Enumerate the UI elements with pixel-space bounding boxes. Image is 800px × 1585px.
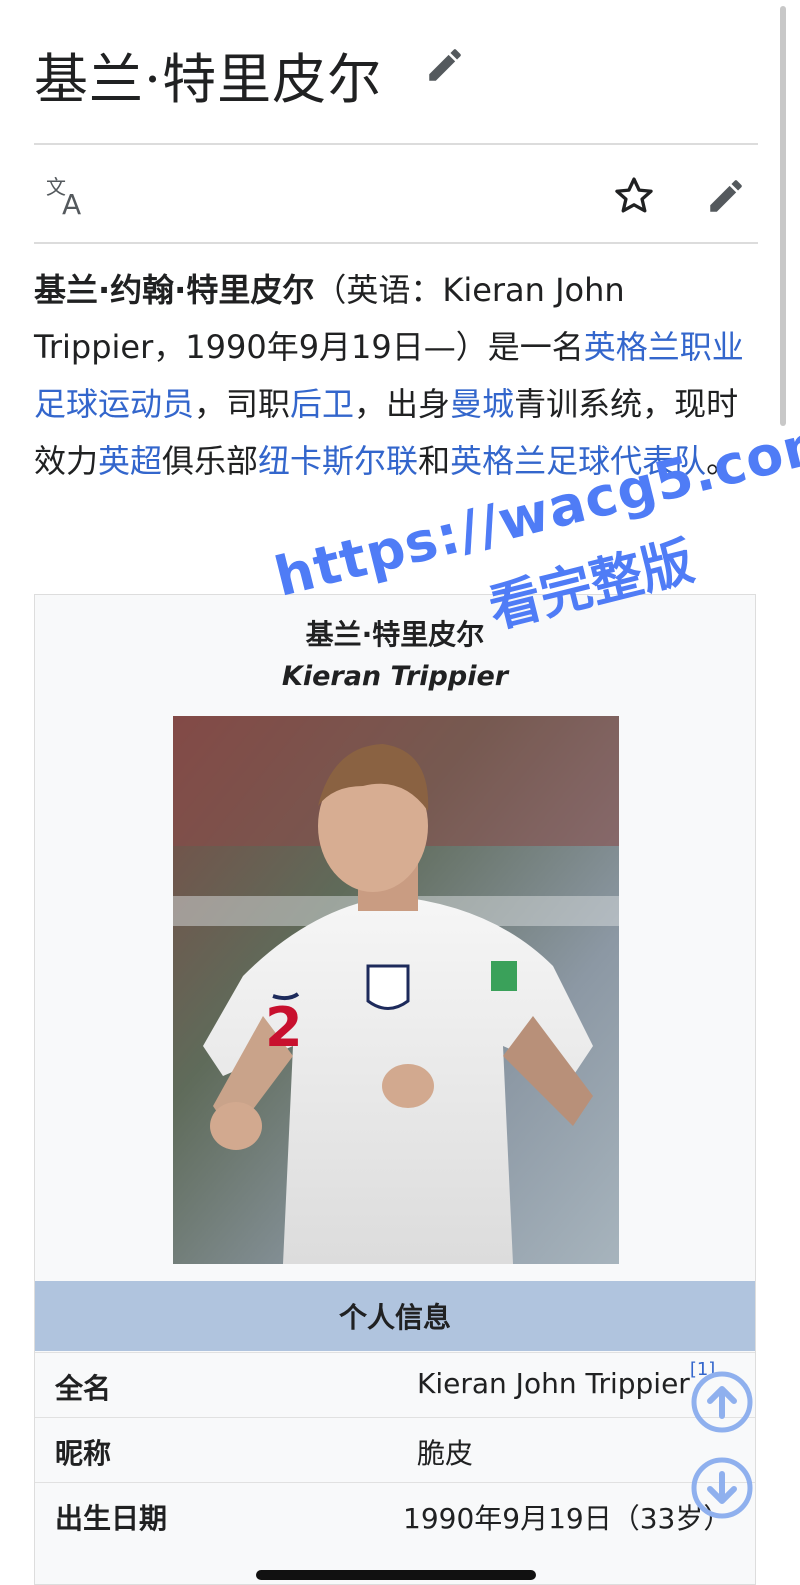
- intro-text: 。: [706, 442, 739, 480]
- infobox-label: 昵称: [55, 1437, 112, 1470]
- infobox-row: 出生日期 1990年9月19日（33岁）: [35, 1482, 755, 1547]
- infobox: 基兰·特里皮尔 Kieran Trippier 2 个人信息 全名 Kieran…: [34, 594, 756, 1585]
- divider: [34, 242, 758, 244]
- arrow-down-circle-icon[interactable]: [690, 1456, 754, 1520]
- subject-name: 基兰·约翰·特里皮尔: [34, 271, 315, 309]
- infobox-name-english: Kieran Trippier: [281, 661, 509, 692]
- link-defender[interactable]: 后卫: [290, 385, 354, 423]
- star-icon[interactable]: [608, 170, 660, 222]
- full-name-value: Kieran John Trippier: [417, 1367, 690, 1400]
- intro-text: 俱乐部: [162, 442, 259, 480]
- infobox-value: Kieran John Trippier[1]: [417, 1359, 715, 1400]
- infobox-label: 出生日期: [55, 1502, 168, 1535]
- infobox-section-header: 个人信息: [35, 1281, 755, 1351]
- intro-text: 和: [418, 442, 451, 480]
- home-indicator[interactable]: [256, 1570, 536, 1580]
- intro-text: ，司职: [194, 385, 291, 423]
- link-man-city[interactable]: 曼城: [450, 385, 514, 423]
- svg-text:A: A: [62, 188, 81, 218]
- intro-text: ，出身: [354, 385, 451, 423]
- scrollbar[interactable]: [780, 6, 786, 426]
- infobox-name: 基兰·特里皮尔: [305, 618, 485, 651]
- player-photo[interactable]: 2: [173, 716, 619, 1264]
- divider: [34, 143, 758, 145]
- title-row: 基兰·特里皮尔: [34, 34, 468, 114]
- infobox-value: 1990年9月19日（33岁）: [403, 1502, 732, 1535]
- pencil-icon[interactable]: [700, 170, 752, 222]
- intro-paragraph: 基兰·约翰·特里皮尔（英语：Kieran John Trippier，1990年…: [34, 262, 754, 490]
- link-premier-league[interactable]: 英超: [98, 442, 162, 480]
- pencil-icon[interactable]: [422, 42, 468, 88]
- infobox-value: 脆皮: [417, 1437, 474, 1470]
- link-newcastle[interactable]: 纽卡斯尔联: [258, 442, 418, 480]
- link-england-national-team[interactable]: 英格兰足球代表队: [450, 442, 706, 480]
- translate-icon[interactable]: 文 A: [38, 172, 98, 220]
- infobox-label: 全名: [55, 1372, 112, 1405]
- svg-text:2: 2: [265, 996, 303, 1059]
- arrow-up-circle-icon[interactable]: [690, 1370, 754, 1434]
- infobox-row: 昵称 脆皮: [35, 1417, 755, 1482]
- infobox-row: 全名 Kieran John Trippier[1]: [35, 1352, 755, 1417]
- page-title: 基兰·特里皮尔: [34, 47, 383, 111]
